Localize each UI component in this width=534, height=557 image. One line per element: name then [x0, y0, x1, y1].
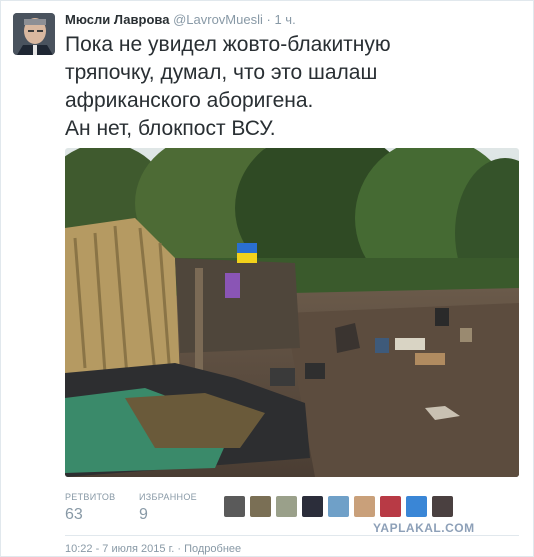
author-name[interactable]: Мюсли Лаврова [65, 12, 169, 27]
favoriter-avatar[interactable] [276, 496, 297, 517]
tweet-text-line: тряпочку, думал, что это шалаш [65, 61, 378, 84]
favoriter-avatar[interactable] [224, 496, 245, 517]
flag-yellow [237, 253, 257, 263]
tweet-photo[interactable] [65, 148, 519, 477]
tweet-timestamp[interactable]: 10:22 - 7 июля 2015 г. [65, 543, 174, 555]
checkpoint-photo-image [65, 148, 519, 477]
favoriter-avatar[interactable] [380, 496, 401, 517]
author-handle[interactable]: @LavrovMuesli [173, 12, 263, 27]
favoriter-avatar[interactable] [354, 496, 375, 517]
retweets-stat[interactable]: РЕТВИТОВ 63 [65, 492, 115, 524]
favorites-label: ИЗБРАННОЕ [139, 492, 197, 502]
tweet-text-line: африканского аборигена. [65, 89, 314, 112]
details-link[interactable]: Подробнее [184, 543, 241, 555]
favoriter-avatar[interactable] [328, 496, 349, 517]
tweet-card: Мюсли Лаврова @LavrovMuesli · 1 ч. Пока … [0, 0, 534, 557]
favorites-stat[interactable]: ИЗБРАННОЕ 9 [139, 492, 197, 524]
retweets-count: 63 [65, 506, 83, 523]
favoriter-avatar[interactable] [406, 496, 427, 517]
tweet-text-line: Пока не увидел жовто-блакитную [65, 33, 391, 56]
tweet-text-line: Ан нет, блокпост ВСУ. [65, 117, 276, 140]
tweet-header: Мюсли Лаврова @LavrovMuesli · 1 ч. [65, 12, 296, 28]
flag-blue [237, 243, 257, 253]
favoriter-avatar[interactable] [250, 496, 271, 517]
favorites-count: 9 [139, 506, 148, 523]
footer-separator: · [177, 543, 182, 555]
header-separator: · [266, 12, 271, 27]
favoriter-avatar[interactable] [302, 496, 323, 517]
retweets-label: РЕТВИТОВ [65, 492, 116, 502]
footer-divider [65, 535, 519, 536]
site-watermark: YAPLAKAL.COM [373, 521, 475, 535]
tweet-footer: 10:22 - 7 июля 2015 г. · Подробнее [65, 543, 241, 555]
favoriter-avatar[interactable] [432, 496, 453, 517]
avatar-portrait-image [13, 13, 55, 55]
tweet-time-ago[interactable]: 1 ч. [274, 12, 295, 27]
author-avatar[interactable] [13, 13, 55, 55]
tweet-text: Пока не увидел жовто-блакитную тряпочку,… [65, 31, 505, 143]
